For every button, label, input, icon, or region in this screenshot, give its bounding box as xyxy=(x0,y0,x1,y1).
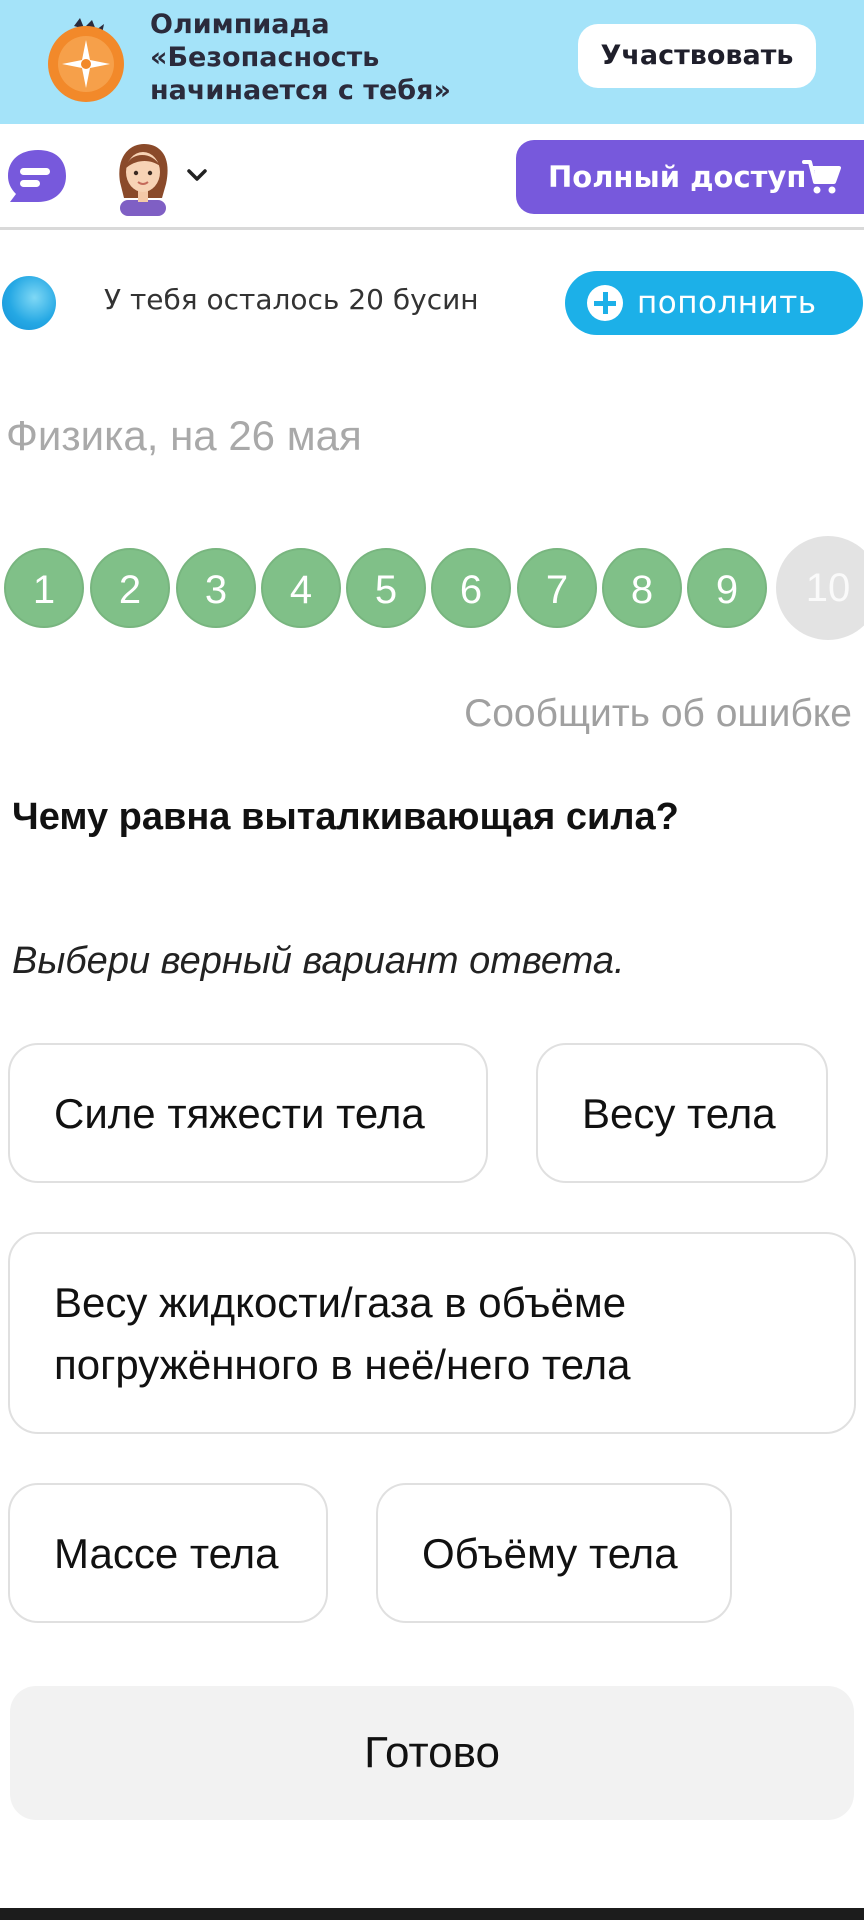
full-access-label: Полный доступ xyxy=(548,160,807,194)
subject-title: Физика, на 26 мая xyxy=(6,412,362,459)
banner-title-line: Олимпиада xyxy=(150,9,330,40)
done-button[interactable]: Готово xyxy=(10,1686,854,1820)
question-number-1[interactable]: 1 xyxy=(4,548,84,628)
answer-option-label: Объёму тела xyxy=(422,1530,678,1577)
question-number-7[interactable]: 7 xyxy=(517,548,597,628)
plus-icon xyxy=(587,285,623,321)
answer-option-label: Силе тяжести тела xyxy=(54,1090,425,1137)
answer-option[interactable]: Весу жидкости/газа в объёме погружённого… xyxy=(8,1232,856,1434)
question-number-6[interactable]: 6 xyxy=(431,548,511,628)
bead-icon xyxy=(2,276,56,330)
instruction-text: Выбери верный вариант ответа. xyxy=(12,940,625,982)
question-number-9[interactable]: 9 xyxy=(687,548,767,628)
answer-option[interactable]: Силе тяжести тела xyxy=(8,1043,488,1183)
answer-option-label: Весу жидкости/газа в объёме xyxy=(54,1279,627,1326)
question-number-3[interactable]: 3 xyxy=(176,548,256,628)
quiz-page: Олимпиада «Безопасность начинается с теб… xyxy=(0,0,864,1920)
beads-remaining-text: У тебя осталось 20 бусин xyxy=(104,283,479,316)
question-number-10-current[interactable]: 10 xyxy=(776,536,864,640)
full-access-button[interactable]: Полный доступ xyxy=(516,140,864,214)
answer-option[interactable]: Массе тела xyxy=(8,1483,328,1623)
answer-option-label: Весу тела xyxy=(582,1090,776,1137)
banner-title-line: «Безопасность xyxy=(150,42,380,73)
banner-title-line: начинается с тебя» xyxy=(150,75,451,106)
question-text: Чему равна выталкивающая сила? xyxy=(12,796,679,838)
chat-bubble-icon[interactable] xyxy=(4,148,68,206)
participate-button[interactable]: Участвовать xyxy=(578,24,816,88)
question-number-8[interactable]: 8 xyxy=(602,548,682,628)
banner-title: Олимпиада «Безопасность начинается с теб… xyxy=(150,8,530,107)
answer-option-label: Массе тела xyxy=(54,1530,279,1577)
question-number-4[interactable]: 4 xyxy=(261,548,341,628)
question-navigator: 1 2 3 4 5 6 7 8 9 10 xyxy=(0,536,864,640)
chevron-down-icon[interactable] xyxy=(186,168,208,184)
answer-option[interactable]: Объёму тела xyxy=(376,1483,732,1623)
answer-option-label: погружённого в неё/него тела xyxy=(54,1341,631,1388)
user-avatar-icon[interactable] xyxy=(112,142,174,216)
question-number-2[interactable]: 2 xyxy=(90,548,170,628)
answer-option[interactable]: Весу тела xyxy=(536,1043,828,1183)
question-number-5[interactable]: 5 xyxy=(346,548,426,628)
refill-label: пополнить xyxy=(637,285,817,321)
compass-logo-icon xyxy=(48,18,124,102)
olympiad-banner[interactable]: Олимпиада «Безопасность начинается с теб… xyxy=(0,0,864,124)
shopping-cart-icon xyxy=(802,160,841,194)
report-error-link[interactable]: Сообщить об ошибке xyxy=(464,692,852,736)
system-navigation-bar xyxy=(0,1908,864,1920)
refill-button[interactable]: пополнить xyxy=(565,271,863,335)
top-navigation: Полный доступ xyxy=(0,124,864,230)
